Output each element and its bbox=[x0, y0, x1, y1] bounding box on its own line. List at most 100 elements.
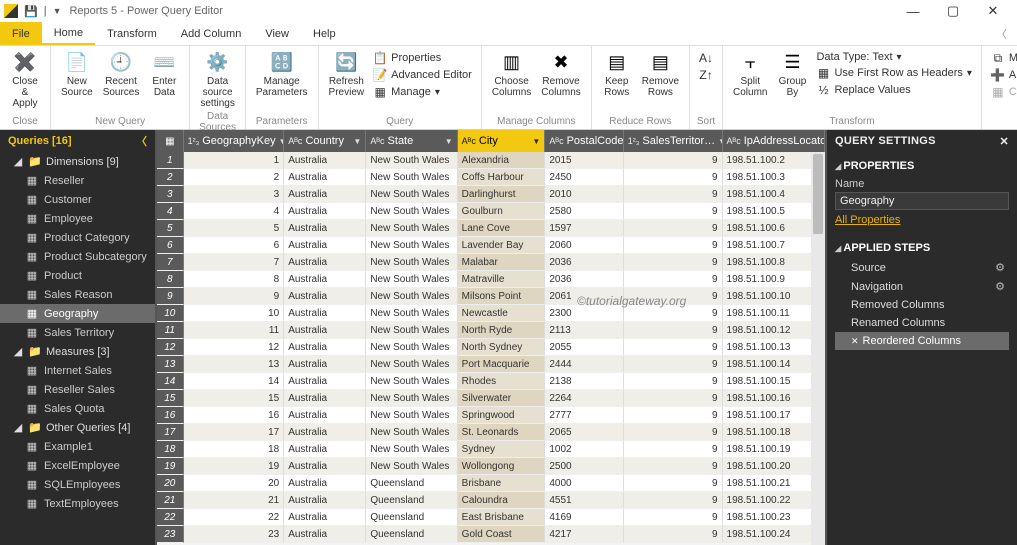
cell-postal[interactable]: 2055 bbox=[545, 339, 623, 356]
data-type-button[interactable]: Data Type: Text ▾ bbox=[813, 50, 974, 64]
table-row[interactable]: 1616AustraliaNew South WalesSpringwood27… bbox=[157, 407, 825, 424]
tab-help[interactable]: Help bbox=[301, 22, 348, 45]
cell-state[interactable]: New South Wales bbox=[366, 407, 457, 424]
keep-rows-button[interactable]: ▤Keep Rows bbox=[598, 48, 636, 100]
cell-postal[interactable]: 2300 bbox=[545, 305, 623, 322]
cell-city[interactable]: Lane Cove bbox=[458, 220, 546, 237]
cell-state[interactable]: New South Wales bbox=[366, 458, 457, 475]
cell-terr[interactable]: 9 bbox=[624, 254, 723, 271]
cell-country[interactable]: Australia bbox=[284, 288, 366, 305]
cell-city[interactable]: Silverwater bbox=[458, 390, 546, 407]
cell-country[interactable]: Australia bbox=[284, 356, 366, 373]
column-header-country[interactable]: AᴮcCountry▼ bbox=[284, 130, 366, 152]
cell-geo[interactable]: 23 bbox=[184, 526, 285, 543]
cell-ip[interactable]: 198.51.100.17 bbox=[723, 407, 825, 424]
cell-city[interactable]: Port Macquarie bbox=[458, 356, 546, 373]
cell-geo[interactable]: 3 bbox=[184, 186, 285, 203]
row-number-header[interactable]: ▦ bbox=[157, 130, 184, 152]
cell-country[interactable]: Australia bbox=[284, 407, 366, 424]
cell-ip[interactable]: 198.51.100.6 bbox=[723, 220, 825, 237]
cell-postal[interactable]: 4000 bbox=[545, 475, 623, 492]
query-item[interactable]: ▦Product Category bbox=[0, 228, 155, 247]
cell-terr[interactable]: 9 bbox=[624, 169, 723, 186]
sort-desc-button[interactable]: Z↑ bbox=[696, 67, 716, 83]
cell-terr[interactable]: 9 bbox=[624, 237, 723, 254]
cell-country[interactable]: Australia bbox=[284, 186, 366, 203]
cell-country[interactable]: Australia bbox=[284, 509, 366, 526]
cell-country[interactable]: Australia bbox=[284, 441, 366, 458]
tab-file[interactable]: File bbox=[0, 22, 42, 45]
cell-terr[interactable]: 9 bbox=[624, 373, 723, 390]
cell-city[interactable]: Newcastle bbox=[458, 305, 546, 322]
cell-state[interactable]: New South Wales bbox=[366, 373, 457, 390]
cell-state[interactable]: New South Wales bbox=[366, 356, 457, 373]
cell-terr[interactable]: 9 bbox=[624, 186, 723, 203]
cell-country[interactable]: Australia bbox=[284, 492, 366, 509]
cell-state[interactable]: New South Wales bbox=[366, 254, 457, 271]
applied-step[interactable]: Removed Columns bbox=[835, 296, 1009, 314]
column-header-state[interactable]: AᴮcState▼ bbox=[366, 130, 457, 152]
cell-country[interactable]: Australia bbox=[284, 526, 366, 543]
cell-ip[interactable]: 198.51.100.11 bbox=[723, 305, 825, 322]
ribbon-collapse-icon[interactable]: 〈 bbox=[986, 22, 1017, 45]
cell-geo[interactable]: 16 bbox=[184, 407, 285, 424]
merge-queries-button[interactable]: ⧉Merge Queries ▾ bbox=[988, 50, 1017, 66]
table-row[interactable]: 66AustraliaNew South WalesLavender Bay20… bbox=[157, 237, 825, 254]
cell-country[interactable]: Australia bbox=[284, 254, 366, 271]
cell-country[interactable]: Australia bbox=[284, 220, 366, 237]
query-group[interactable]: ◢📁Other Queries [4] bbox=[0, 418, 155, 437]
query-item[interactable]: ▦Customer bbox=[0, 190, 155, 209]
cell-country[interactable]: Australia bbox=[284, 271, 366, 288]
cell-terr[interactable]: 9 bbox=[624, 407, 723, 424]
cell-ip[interactable]: 198.51.100.20 bbox=[723, 458, 825, 475]
cell-state[interactable]: Queensland bbox=[366, 475, 457, 492]
query-item[interactable]: ▦TextEmployees bbox=[0, 494, 155, 513]
cell-city[interactable]: Sydney bbox=[458, 441, 546, 458]
cell-country[interactable]: Australia bbox=[284, 339, 366, 356]
column-header-postal[interactable]: AᴮcPostalCode▼ bbox=[545, 130, 623, 152]
cell-state[interactable]: New South Wales bbox=[366, 424, 457, 441]
cell-state[interactable]: New South Wales bbox=[366, 220, 457, 237]
cell-ip[interactable]: 198.51.100.2 bbox=[723, 152, 825, 169]
save-icon[interactable]: 💾 bbox=[24, 5, 38, 18]
cell-city[interactable]: Brisbane bbox=[458, 475, 546, 492]
cell-ip[interactable]: 198.51.100.13 bbox=[723, 339, 825, 356]
cell-geo[interactable]: 15 bbox=[184, 390, 285, 407]
cell-ip[interactable]: 198.51.100.18 bbox=[723, 424, 825, 441]
query-item[interactable]: ▦Internet Sales bbox=[0, 361, 155, 380]
applied-step[interactable]: Source⚙ bbox=[835, 258, 1009, 277]
append-queries-button[interactable]: ➕Append Queries ▾ bbox=[988, 67, 1017, 83]
cell-geo[interactable]: 18 bbox=[184, 441, 285, 458]
table-row[interactable]: 1919AustraliaNew South WalesWollongong25… bbox=[157, 458, 825, 475]
cell-city[interactable]: Darlinghurst bbox=[458, 186, 546, 203]
cell-postal[interactable]: 2138 bbox=[545, 373, 623, 390]
table-row[interactable]: 1313AustraliaNew South WalesPort Macquar… bbox=[157, 356, 825, 373]
query-name-input[interactable] bbox=[835, 192, 1009, 210]
cell-ip[interactable]: 198.51.100.10 bbox=[723, 288, 825, 305]
cell-terr[interactable]: 9 bbox=[624, 356, 723, 373]
all-properties-link[interactable]: All Properties bbox=[835, 210, 900, 230]
cell-terr[interactable]: 9 bbox=[624, 305, 723, 322]
cell-terr[interactable]: 9 bbox=[624, 390, 723, 407]
gear-icon[interactable]: ⚙ bbox=[995, 280, 1005, 293]
new-source-button[interactable]: 📄New Source bbox=[57, 48, 97, 100]
cell-terr[interactable]: 9 bbox=[624, 509, 723, 526]
cell-ip[interactable]: 198.51.100.8 bbox=[723, 254, 825, 271]
table-row[interactable]: 55AustraliaNew South WalesLane Cove15979… bbox=[157, 220, 825, 237]
qat-dropdown-icon[interactable]: ▼ bbox=[53, 6, 62, 16]
settings-close-icon[interactable]: ✕ bbox=[999, 135, 1009, 148]
query-item[interactable]: ▦Reseller Sales bbox=[0, 380, 155, 399]
cell-terr[interactable]: 9 bbox=[624, 458, 723, 475]
enter-data-button[interactable]: ⌨️Enter Data bbox=[145, 48, 183, 100]
split-column-button[interactable]: ⫟Split Column bbox=[729, 48, 771, 100]
table-row[interactable]: 99AustraliaNew South WalesMilsons Point2… bbox=[157, 288, 825, 305]
cell-ip[interactable]: 198.51.100.24 bbox=[723, 526, 825, 543]
cell-postal[interactable]: 2010 bbox=[545, 186, 623, 203]
group-by-button[interactable]: ☰Group By bbox=[773, 48, 811, 100]
query-item[interactable]: ▦Sales Reason bbox=[0, 285, 155, 304]
query-item[interactable]: ▦Geography bbox=[0, 304, 155, 323]
cell-postal[interactable]: 2036 bbox=[545, 271, 623, 288]
cell-state[interactable]: New South Wales bbox=[366, 186, 457, 203]
cell-city[interactable]: Lavender Bay bbox=[458, 237, 546, 254]
cell-city[interactable]: Milsons Point bbox=[458, 288, 546, 305]
